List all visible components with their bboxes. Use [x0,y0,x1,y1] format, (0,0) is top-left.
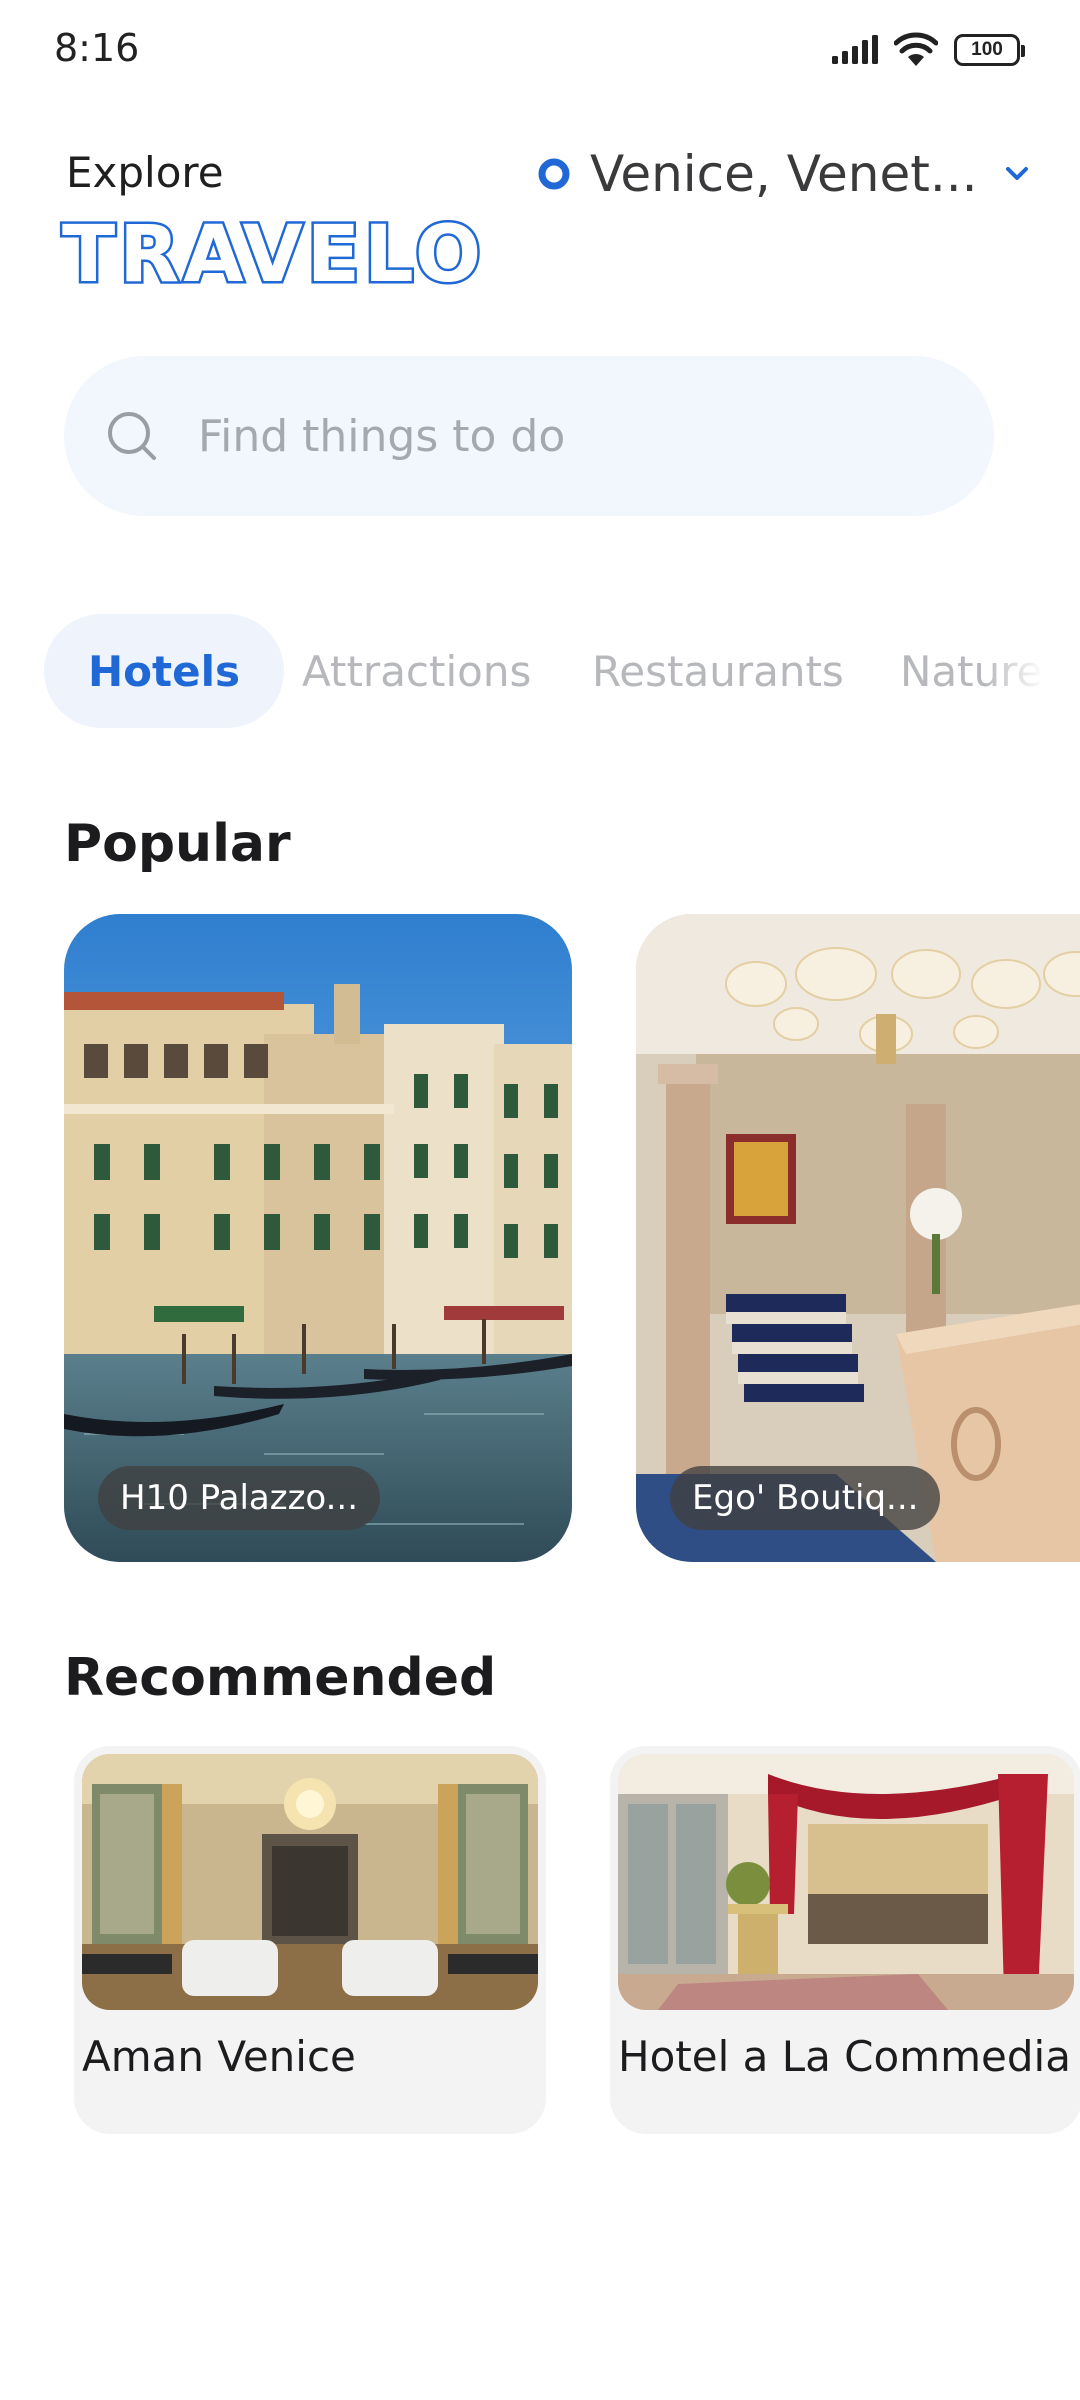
recommended-card-hotel-commedia[interactable]: Hotel a La Commedia [610,1746,1080,2134]
signal-icon [832,35,878,64]
location-text: Venice, Venet... [590,145,978,203]
location-pin-icon [538,158,570,190]
tab-hotels[interactable]: Hotels [44,614,284,728]
hotel-photo-lobby [636,914,1080,1562]
battery-icon: 100 [954,34,1025,66]
tabs-fade [984,614,1044,728]
search-icon [108,412,156,460]
hotel-photo-canal [64,914,572,1562]
battery-level: 100 [971,39,1003,60]
hotel-photo-reception [618,1754,1074,2010]
status-icons: 100 [830,28,1025,72]
popular-card-h10-palazzo[interactable]: H10 Palazzo... [64,914,572,1562]
chevron-down-icon[interactable] [1002,159,1032,189]
tab-attractions[interactable]: Attractions [302,614,531,728]
hotel-photo-ballroom [82,1754,538,2010]
recommended-card-aman-venice[interactable]: Aman Venice [74,1746,546,2134]
category-tabs: Hotels Attractions Restaurants Nature [44,614,1044,728]
brand-logo: TRAVELO [59,208,486,303]
tab-restaurants[interactable]: Restaurants [592,614,844,728]
popular-card-label: Ego' Boutiq... [670,1466,941,1530]
search-bar[interactable] [64,356,994,516]
location-selector[interactable]: Venice, Venet... [538,145,1032,203]
status-time: 8:16 [54,26,140,70]
recommended-card-name: Aman Venice [82,2032,356,2081]
explore-label: Explore [66,148,224,197]
recommended-card-name: Hotel a La Commedia [618,2032,1071,2081]
app-screen: 8:16 100 Explore TRAVELO Venice, Venet..… [0,0,1080,2400]
popular-title: Popular [64,814,291,874]
wifi-icon [894,32,938,66]
popular-card-label: H10 Palazzo... [98,1466,381,1530]
search-input[interactable] [198,410,898,462]
recommended-title: Recommended [64,1648,497,1708]
status-bar: 8:16 100 [0,0,1080,100]
popular-card-ego-boutique[interactable]: Ego' Boutiq... [636,914,1080,1562]
